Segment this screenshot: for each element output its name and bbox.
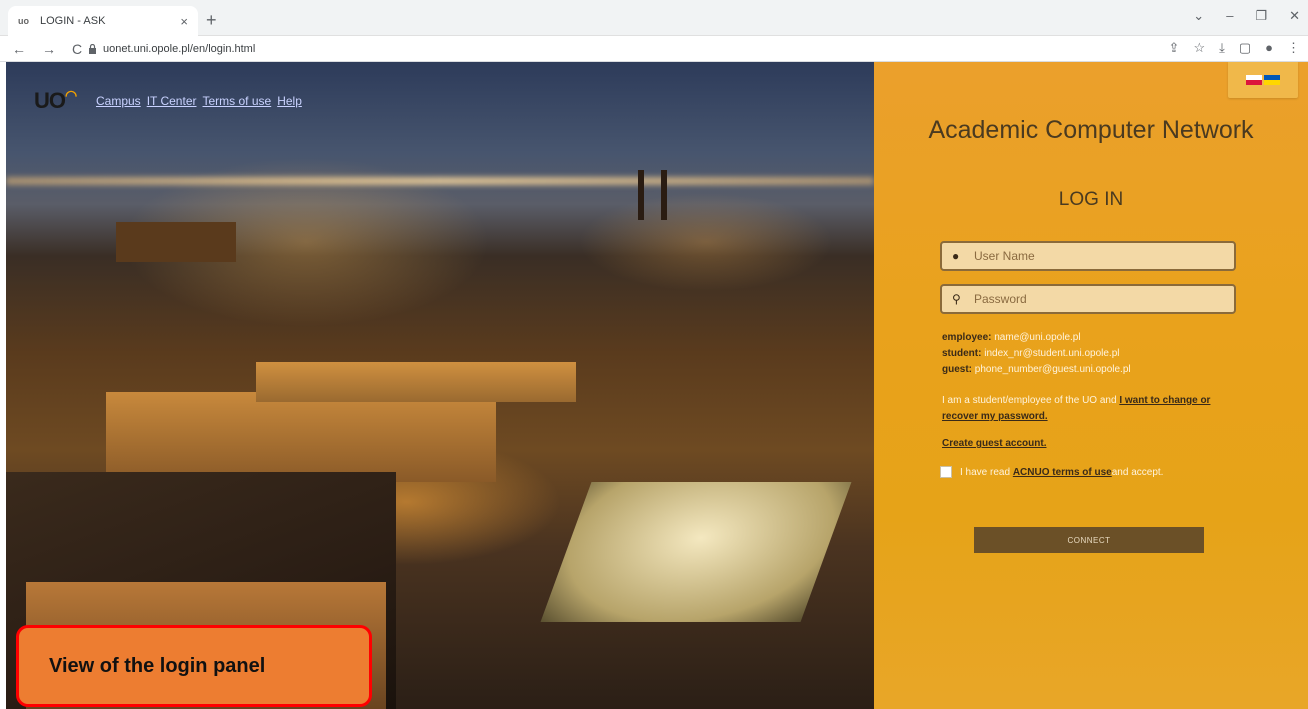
building-shape — [116, 222, 236, 262]
browser-tab[interactable]: uo LOGIN - ASK × — [8, 6, 198, 36]
page-content: UO◠ Campus IT Center Terms of use Help V… — [6, 62, 1308, 709]
password-input[interactable] — [974, 292, 1224, 306]
panel-title: Academic Computer Network — [928, 116, 1254, 144]
terms-of-use-link[interactable]: ACNUO terms of use — [1013, 467, 1112, 478]
close-tab-icon[interactable]: × — [180, 14, 188, 29]
back-arrow-icon[interactable]: ← — [12, 41, 26, 57]
bookmark-star-icon[interactable]: ☆ — [1193, 40, 1205, 56]
tab-title: LOGIN - ASK — [40, 15, 106, 27]
url-text: uonet.uni.opole.pl/en/login.html — [103, 42, 256, 55]
username-input[interactable] — [974, 249, 1224, 263]
profile-avatar-icon[interactable]: ● — [1265, 40, 1273, 56]
user-icon: ● — [952, 249, 960, 263]
polish-flag-icon[interactable] — [1246, 75, 1262, 85]
login-panel: Academic Computer Network LOG IN ● ⚲ emp… — [874, 62, 1308, 709]
callout-text: View of the login panel — [49, 654, 266, 677]
annotation-callout: View of the login panel — [16, 625, 372, 707]
hint-student: student: index_nr@student.uni.opole.pl — [942, 348, 1120, 359]
close-window-icon[interactable]: ✕ — [1289, 8, 1300, 24]
logo-accent-icon: ◠ — [65, 87, 77, 103]
download-icon[interactable]: ⤓ — [1219, 40, 1225, 56]
hint-guest: guest: phone_number@guest.uni.opole.pl — [942, 364, 1131, 375]
city-night-photo: UO◠ Campus IT Center Terms of use Help — [6, 62, 874, 709]
key-icon: ⚲ — [952, 292, 961, 306]
church-spire — [661, 170, 667, 220]
nav-link-terms-of-use[interactable]: Terms of use — [203, 94, 272, 108]
guest-account-row: Create guest account. — [942, 438, 1046, 449]
url-field[interactable]: uonet.uni.opole.pl/en/login.html — [88, 43, 255, 55]
browser-menu-icon[interactable]: ⋮ — [1287, 40, 1300, 56]
sports-field — [540, 482, 852, 622]
ukrainian-flag-icon[interactable] — [1264, 75, 1280, 85]
browser-tab-bar: uo LOGIN - ASK × + ⌄ – ❐ ✕ — [0, 0, 1308, 36]
logo-text: UO — [34, 88, 66, 113]
hint-employee: employee: name@uni.opole.pl — [942, 332, 1081, 343]
sidebar-icon[interactable]: ▢ — [1239, 40, 1251, 56]
address-bar-row: ← → C uonet.uni.opole.pl/en/login.html ⇪… — [0, 36, 1308, 62]
nav-link-campus[interactable]: Campus — [96, 94, 141, 108]
nav-buttons: ← → C — [0, 41, 82, 57]
restore-icon[interactable]: ❐ — [1255, 8, 1267, 24]
lit-building — [106, 392, 496, 482]
forward-arrow-icon[interactable]: → — [42, 41, 56, 57]
password-recovery-note: I am a student/employee of the UO and I … — [942, 395, 1211, 422]
terms-checkbox[interactable] — [940, 466, 952, 478]
church-spire — [638, 170, 644, 220]
share-icon[interactable]: ⇪ — [1169, 40, 1180, 56]
new-tab-icon[interactable]: + — [206, 10, 217, 31]
create-guest-account-link[interactable]: Create guest account. — [942, 438, 1046, 449]
reload-icon[interactable]: C — [72, 41, 82, 57]
terms-accept-row: I have read ACNUO terms of use and accep… — [940, 466, 1163, 478]
connect-button[interactable]: CONNECT — [974, 527, 1204, 553]
lit-building — [256, 362, 576, 402]
username-field[interactable]: ● — [940, 241, 1236, 271]
nav-link-it-center[interactable]: IT Center — [147, 94, 197, 108]
site-nav: Campus IT Center Terms of use Help — [96, 94, 302, 108]
lock-icon — [89, 43, 96, 54]
uo-logo[interactable]: UO◠ — [34, 87, 77, 114]
language-switcher[interactable] — [1228, 62, 1298, 98]
uo-favicon-icon: uo — [18, 16, 29, 26]
tab-search-dropdown-icon[interactable]: ⌄ — [1193, 8, 1204, 24]
nav-link-help[interactable]: Help — [277, 94, 302, 108]
login-heading: LOG IN — [1058, 189, 1124, 210]
minimize-icon[interactable]: – — [1226, 8, 1233, 24]
window-controls: ⌄ – ❐ ✕ — [1193, 8, 1300, 24]
city-horizon-lights — [6, 177, 874, 185]
browser-toolbar-icons: ⇪ ☆ ⤓ ▢ ● ⋮ — [1169, 40, 1300, 56]
login-format-hints: employee: name@uni.opole.pl student: ind… — [942, 330, 1131, 378]
password-field[interactable]: ⚲ — [940, 284, 1236, 314]
